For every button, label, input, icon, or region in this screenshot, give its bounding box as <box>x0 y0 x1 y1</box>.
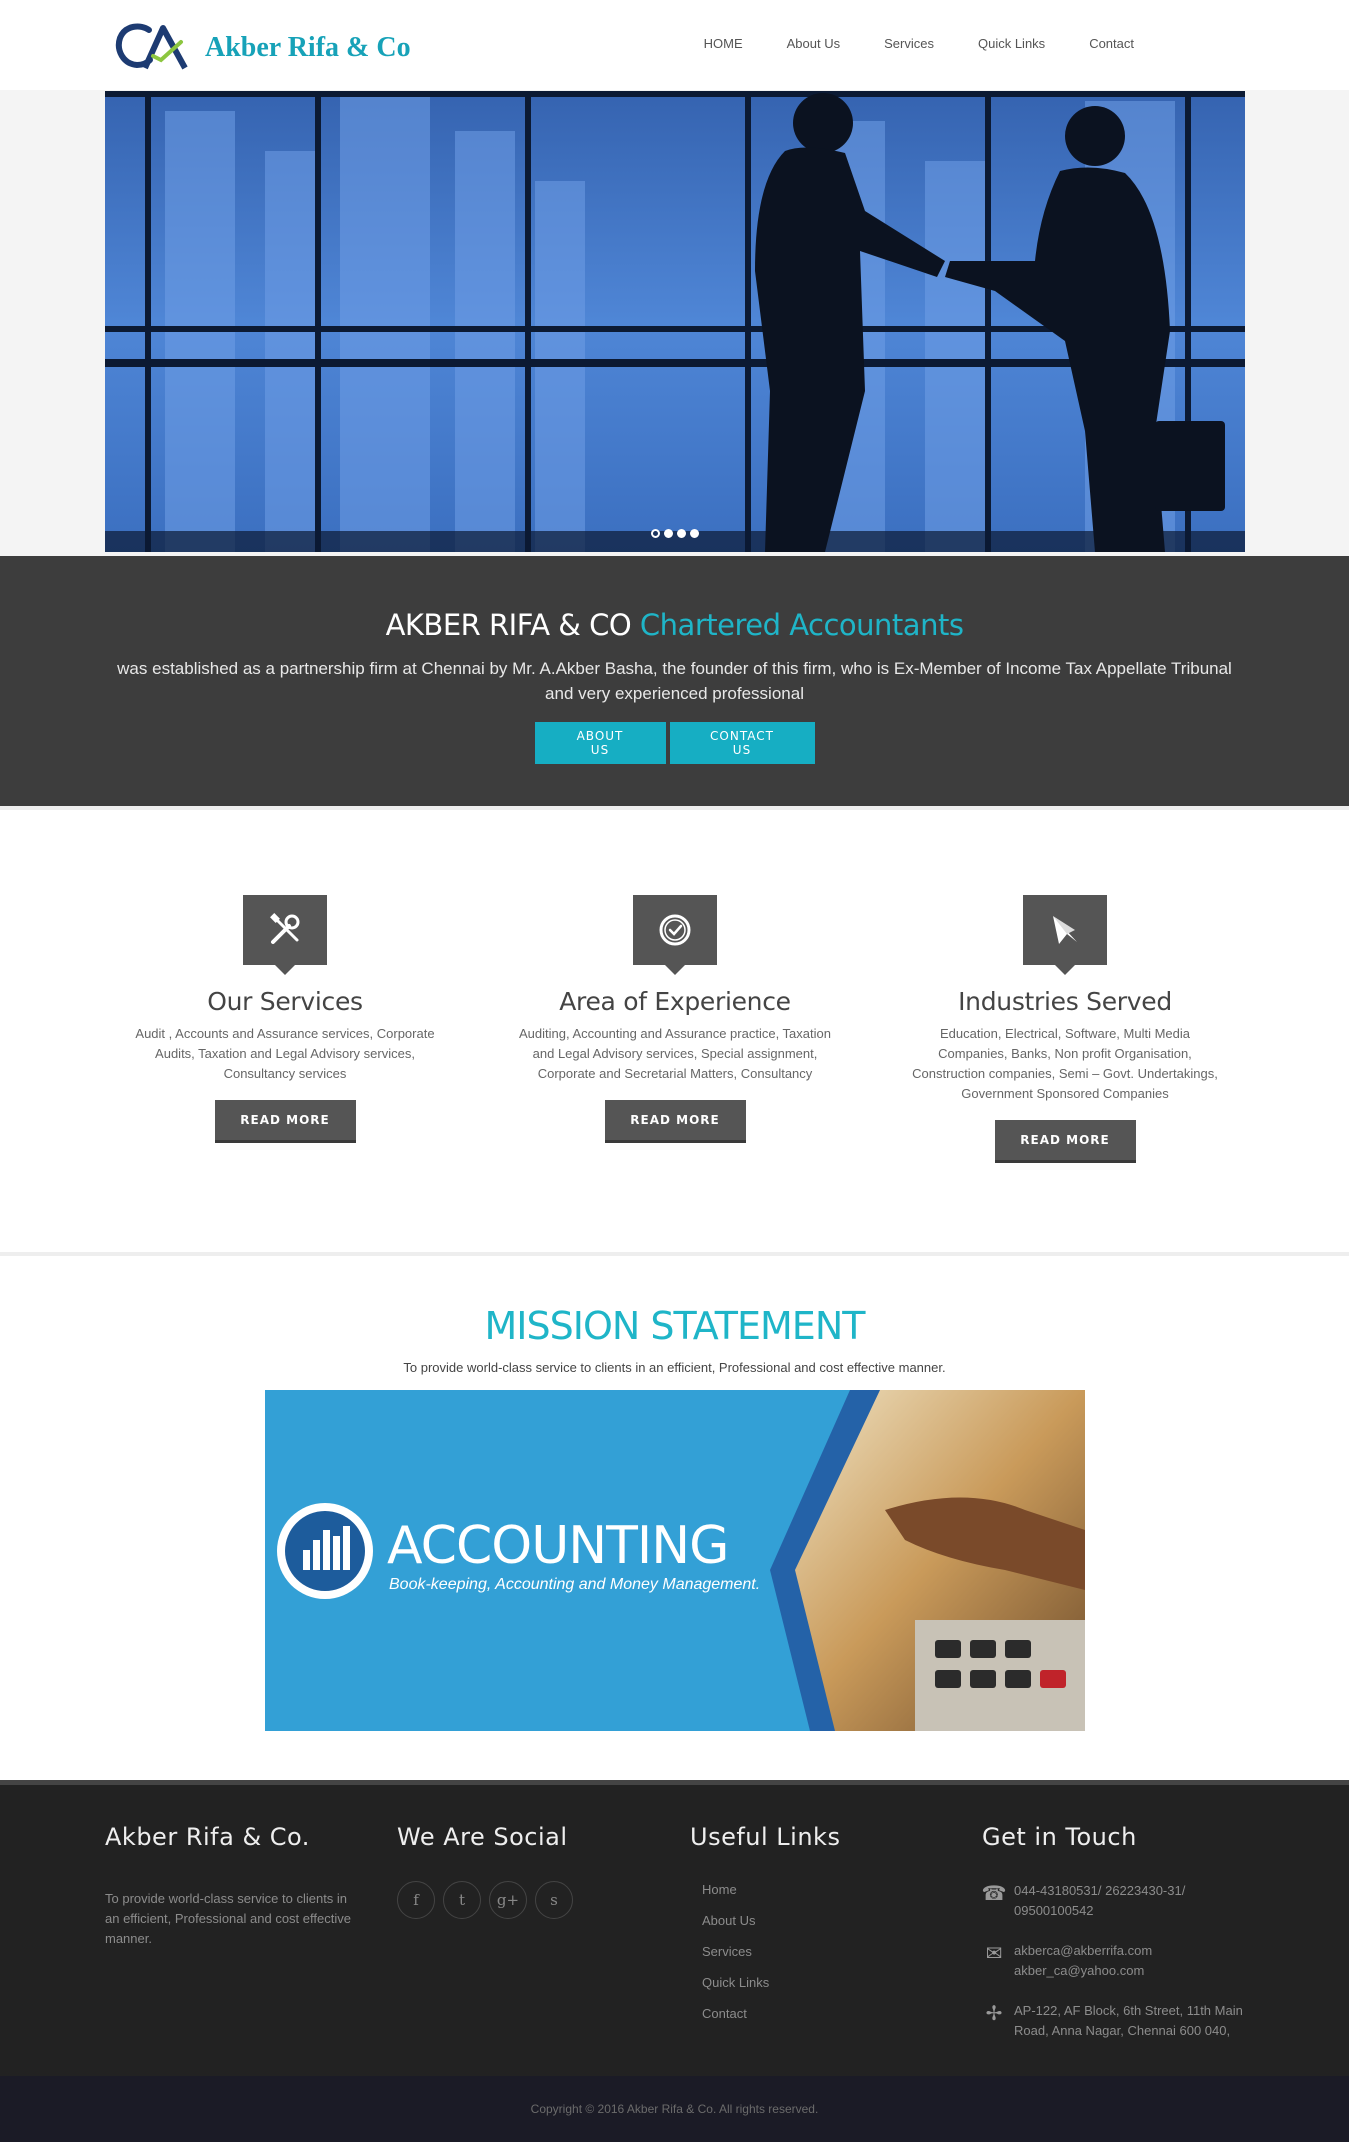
nav-services[interactable]: Services <box>884 36 934 51</box>
read-more-button[interactable]: READ MORE <box>604 1100 746 1143</box>
footer-link-quick-links[interactable]: Quick Links <box>702 1975 769 1990</box>
phone-icon: ☎ <box>981 1883 1007 1905</box>
tools-icon <box>243 895 327 975</box>
footer-social: We Are Social f t g+ s <box>397 1823 573 1919</box>
footer-social-title: We Are Social <box>397 1823 568 1851</box>
service-card-area-of-experience: Area of Experience Auditing, Accounting … <box>510 895 840 1143</box>
slider-dot[interactable] <box>664 529 673 538</box>
handshake-image <box>105 91 1245 552</box>
accounting-banner: ACCOUNTING Book-keeping, Accounting and … <box>265 1390 1085 1731</box>
slider-dot[interactable] <box>651 529 660 538</box>
facebook-icon[interactable]: f <box>397 1881 435 1919</box>
service-card-industries-served: Industries Served Education, Electrical,… <box>900 895 1230 1163</box>
service-title: Industries Served <box>958 987 1172 1016</box>
slider-dot[interactable] <box>677 529 686 538</box>
footer-about-text: To provide world-class service to client… <box>105 1891 351 1946</box>
clock-icon <box>633 895 717 975</box>
phone-text: 044-43180531/ 26223430-31/ 09500100542 <box>1014 1883 1186 1918</box>
service-title: Area of Experience <box>559 987 791 1016</box>
banner-subtitle: Book-keeping, Accounting and Money Manag… <box>389 1576 761 1593</box>
ca-logo-icon <box>116 23 188 70</box>
footer-links: Useful Links Home About Us Services Quic… <box>690 1823 840 2036</box>
service-text: Audit , Accounts and Assurance services,… <box>135 1026 435 1081</box>
contact-email: ✉ akberca@akberrifa.com akber_ca@yahoo.c… <box>982 1941 1254 1981</box>
banner-title: ACCOUNTING <box>387 1516 729 1576</box>
service-text: Auditing, Accounting and Assurance pract… <box>519 1026 831 1081</box>
intro-buttons: ABOUT US CONTACT US <box>0 722 1349 764</box>
footer-about: Akber Rifa & Co. To provide world-class … <box>105 1823 360 1949</box>
services-section: Our Services Audit , Accounts and Assura… <box>0 806 1349 1252</box>
nav-about-us[interactable]: About Us <box>787 36 840 51</box>
mission-section: MISSION STATEMENT To provide world-class… <box>0 1252 1349 1780</box>
contact-us-button[interactable]: CONTACT US <box>669 722 815 764</box>
service-card-our-services: Our Services Audit , Accounts and Assura… <box>120 895 450 1143</box>
skype-icon[interactable]: s <box>535 1881 573 1919</box>
service-text: Education, Electrical, Software, Multi M… <box>912 1026 1218 1101</box>
intro-title-firm: AKBER RIFA & CO <box>385 608 632 642</box>
email-text-1[interactable]: akberca@akberrifa.com <box>1014 1943 1152 1958</box>
slider-dot[interactable] <box>690 529 699 538</box>
contact-address: ✢ AP-122, AF Block, 6th Street, 11th Mai… <box>982 2001 1254 2041</box>
intro-title: AKBER RIFA & CO Chartered Accountants <box>0 608 1349 642</box>
paper-plane-icon <box>1023 895 1107 975</box>
nav-home[interactable]: HOME <box>704 36 743 51</box>
site-footer: Akber Rifa & Co. To provide world-class … <box>0 1780 1349 2076</box>
service-title: Our Services <box>207 987 363 1016</box>
brand-name: Akber Rifa & Co <box>205 32 411 63</box>
footer-link-contact[interactable]: Contact <box>702 2006 747 2021</box>
mission-text: To provide world-class service to client… <box>403 1360 946 1375</box>
copyright-bar: Copyright © 2016 Akber Rifa & Co. All ri… <box>0 2076 1349 2142</box>
nav-quick-links[interactable]: Quick Links <box>978 36 1045 51</box>
social-icons: f t g+ s <box>397 1881 573 1919</box>
footer-about-title: Akber Rifa & Co. <box>105 1823 310 1851</box>
envelope-icon: ✉ <box>985 1943 1003 1965</box>
hero-band <box>0 90 1349 556</box>
contact-phone: ☎ 044-43180531/ 26223430-31/ 09500100542 <box>982 1881 1254 1921</box>
address-text: AP-122, AF Block, 6th Street, 11th Main … <box>1014 2003 1243 2038</box>
intro-section: AKBER RIFA & CO Chartered Accountants wa… <box>0 556 1349 806</box>
footer-link-about-us[interactable]: About Us <box>702 1913 755 1928</box>
signpost-icon: ✢ <box>985 2003 1003 2025</box>
main-nav: HOME About Us Services Quick Links Conta… <box>660 36 1134 51</box>
email-text-2[interactable]: akber_ca@yahoo.com <box>1014 1963 1144 1978</box>
footer-link-home[interactable]: Home <box>702 1882 737 1897</box>
footer-contact: Get in Touch ☎ 044-43180531/ 26223430-31… <box>982 1823 1254 2041</box>
read-more-button[interactable]: READ MORE <box>994 1120 1136 1163</box>
footer-contact-title: Get in Touch <box>982 1823 1137 1851</box>
google-plus-icon[interactable]: g+ <box>489 1881 527 1919</box>
nav-contact[interactable]: Contact <box>1089 36 1134 51</box>
footer-links-title: Useful Links <box>690 1823 841 1851</box>
site-header: Akber Rifa & Co HOME About Us Services Q… <box>0 0 1349 90</box>
mission-title: MISSION STATEMENT <box>484 1304 866 1348</box>
about-us-button[interactable]: ABOUT US <box>534 722 666 764</box>
footer-link-services[interactable]: Services <box>702 1944 752 1959</box>
intro-text: was established as a partnership firm at… <box>117 659 1232 703</box>
hero-slider[interactable] <box>105 91 1245 552</box>
intro-title-accent: Chartered Accountants <box>639 608 964 642</box>
slider-dots <box>105 529 1245 538</box>
brand-logo[interactable]: Akber Rifa & Co <box>115 22 411 72</box>
twitter-icon[interactable]: t <box>443 1881 481 1919</box>
useful-links-list: Home About Us Services Quick Links Conta… <box>690 1881 840 2023</box>
email-block: akberca@akberrifa.com akber_ca@yahoo.com <box>1014 1941 1254 1981</box>
read-more-button[interactable]: READ MORE <box>214 1100 356 1143</box>
